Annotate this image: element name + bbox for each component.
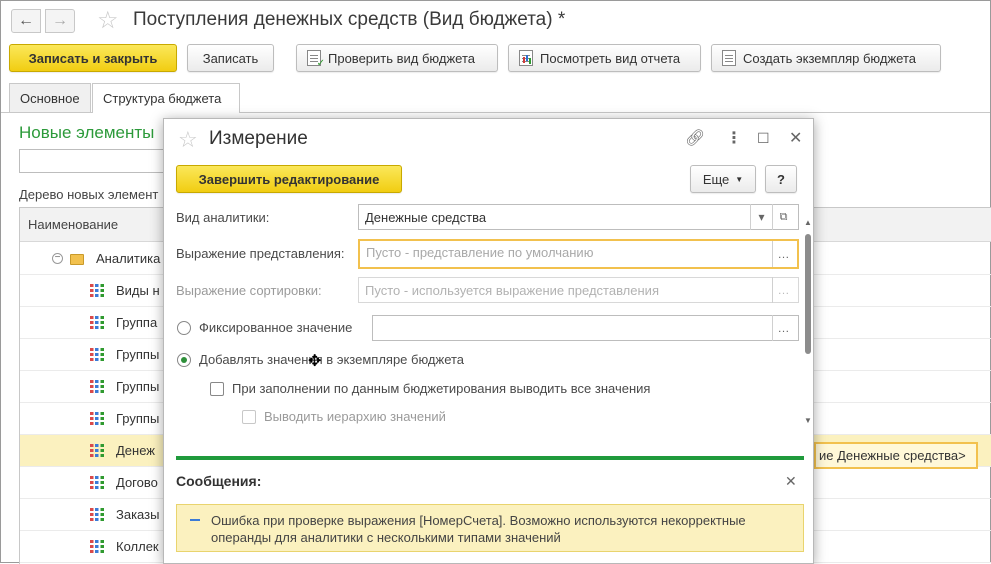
view-report-label: Посмотреть вид отчета (540, 50, 681, 66)
representation-expression-label: Выражение представления: (176, 246, 345, 261)
save-button[interactable]: Записать (187, 44, 274, 72)
ellipsis-icon[interactable]: … (772, 241, 794, 267)
link-icon[interactable]: 🔗︎ (685, 128, 705, 148)
open-icon[interactable]: ⧉ (772, 204, 794, 230)
sort-expression-input[interactable]: Пусто - используется выражение представл… (358, 277, 799, 303)
close-icon[interactable]: ✕ (789, 128, 802, 148)
messages-separator (176, 456, 804, 460)
collapse-icon[interactable]: − (52, 253, 63, 264)
tree-row-label: Группы (116, 347, 160, 362)
ellipsis-icon[interactable]: … (772, 277, 794, 303)
tree-row-label: Виды н (116, 283, 160, 298)
favorite-star-icon[interactable]: ☆ (97, 9, 119, 33)
tree-row-label: Денеж (116, 443, 155, 458)
favorite-star-icon[interactable]: ☆ (178, 129, 198, 151)
new-elements-search-input[interactable] (19, 149, 169, 173)
tree-row-label: Группы (116, 379, 160, 394)
grid-icon (90, 284, 104, 298)
scroll-down-icon[interactable]: ▼ (804, 416, 812, 425)
fixed-value-input[interactable] (372, 315, 799, 341)
selected-value-cell[interactable]: ие Денежные средства> (814, 442, 978, 469)
grid-icon (90, 508, 104, 522)
grid-icon (90, 380, 104, 394)
tree-row-label: Догово (116, 475, 158, 490)
tab-budget-structure[interactable]: Структура бюджета (92, 83, 240, 113)
tab-main[interactable]: Основное (9, 83, 91, 112)
tree-row-label: Аналитика (96, 251, 161, 266)
fill-all-values-label: При заполнении по данным бюджетирования … (232, 381, 651, 396)
check-document-icon (307, 50, 325, 69)
tree-row-label: Коллек (116, 539, 159, 554)
dimension-dialog: ☆ Измерение 🔗︎ ⋮ ☐ ✕ Завершить редактиро… (163, 118, 814, 564)
column-header-name[interactable]: Наименование (28, 217, 118, 232)
arrow-left-icon: ← (18, 12, 34, 29)
grid-icon (90, 412, 104, 426)
help-button[interactable]: ? (765, 165, 797, 193)
error-message[interactable]: Ошибка при проверке выражения [НомерСчет… (176, 504, 804, 552)
messages-title: Сообщения: (176, 473, 262, 489)
scroll-up-icon[interactable]: ▲ (804, 218, 812, 227)
more-vertical-icon[interactable]: ⋮ (726, 128, 742, 148)
save-and-close-button[interactable]: Записать и закрыть (9, 44, 177, 72)
dialog-title: Измерение (209, 128, 308, 149)
show-hierarchy-checkbox[interactable] (242, 410, 256, 424)
scroll-thumb[interactable] (805, 234, 811, 354)
fixed-value-radio[interactable] (177, 321, 191, 335)
create-budget-instance-button[interactable]: Создать экземпляр бюджета (711, 44, 941, 72)
show-hierarchy-label: Выводить иерархию значений (264, 409, 446, 424)
grid-icon (90, 444, 104, 458)
add-values-label: Добавлять значения в экземпляре бюджета (199, 352, 465, 367)
grid-icon (90, 348, 104, 362)
close-icon[interactable]: ✕ (785, 473, 797, 490)
grid-icon (90, 476, 104, 490)
new-elements-heading: Новые элементы (19, 123, 155, 142)
ellipsis-icon[interactable]: … (772, 315, 794, 341)
tree-row-label: Группы (116, 411, 160, 426)
add-values-radio[interactable] (177, 353, 191, 367)
sort-expression-label: Выражение сортировки: (176, 283, 322, 298)
maximize-icon[interactable]: ☐ (757, 130, 770, 147)
error-message-text: Ошибка при проверке выражения [НомерСчет… (211, 513, 746, 545)
tree-row-label: Заказы (116, 507, 160, 522)
check-budget-type-button[interactable]: Проверить вид бюджета (296, 44, 498, 72)
create-budget-instance-label: Создать экземпляр бюджета (743, 50, 916, 66)
message-marker-icon (190, 519, 200, 521)
dropdown-arrow-icon: ▼ (735, 174, 744, 184)
view-report-button[interactable]: Посмотреть вид отчета (508, 44, 701, 72)
tree-label: Дерево новых элемент (19, 187, 159, 202)
fill-all-values-checkbox[interactable] (210, 382, 224, 396)
forward-button[interactable]: → (45, 9, 75, 33)
dialog-scrollbar[interactable]: ▲ ▼ (804, 218, 812, 431)
move-cursor-icon: ✥ (308, 353, 322, 370)
document-icon (722, 50, 736, 66)
report-chart-icon (519, 50, 533, 66)
check-budget-type-label: Проверить вид бюджета (328, 50, 476, 66)
grid-icon (90, 316, 104, 330)
window-title: Поступления денежных средств (Вид бюджет… (133, 9, 566, 30)
back-button[interactable]: ← (11, 9, 41, 33)
fixed-value-label: Фиксированное значение (199, 320, 353, 335)
grid-icon (90, 540, 104, 554)
folder-icon (70, 254, 84, 265)
finish-editing-button[interactable]: Завершить редактирование (176, 165, 402, 193)
arrow-right-icon: → (52, 12, 68, 29)
tree-row-label: Группа (116, 315, 158, 330)
representation-expression-input[interactable]: Пусто - представление по умолчанию (358, 239, 799, 269)
application-window: ← → ☆ Поступления денежных средств (Вид … (0, 0, 991, 564)
analytics-type-label: Вид аналитики: (176, 210, 270, 225)
more-button[interactable]: Еще ▼ (690, 165, 756, 193)
dropdown-arrow-icon[interactable]: ▾ (750, 204, 772, 230)
more-button-label: Еще (702, 171, 730, 187)
analytics-type-select[interactable]: Денежные средства (358, 204, 799, 230)
